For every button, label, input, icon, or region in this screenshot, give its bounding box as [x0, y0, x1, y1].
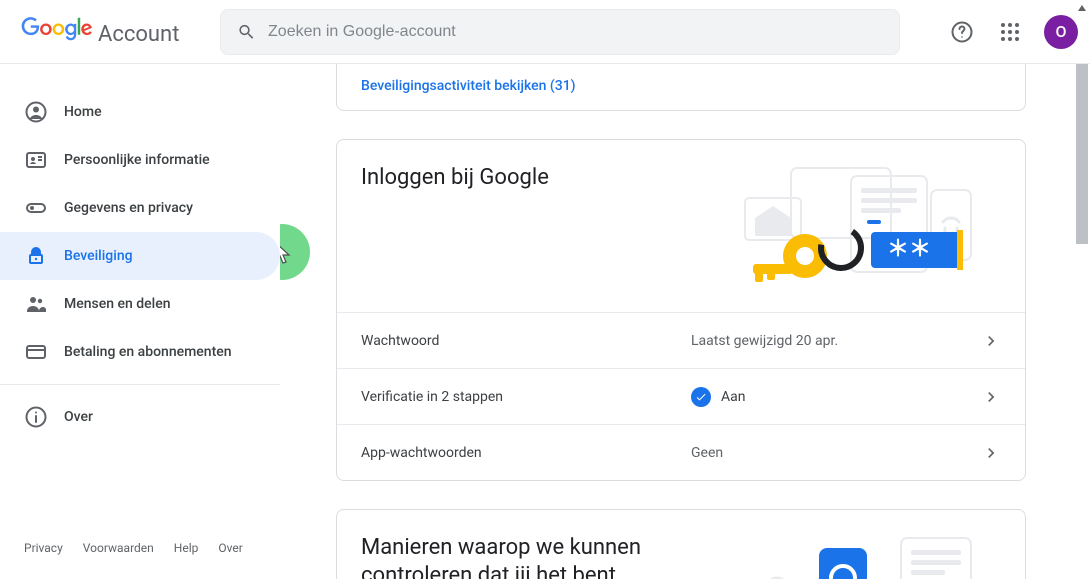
sidebar-item-about[interactable]: Over [0, 393, 280, 441]
security-activity-link[interactable]: Beveiligingsactiviteit bekijken (31) [337, 64, 1025, 110]
svg-text:＊＊: ＊＊ [887, 237, 931, 262]
verify-illustration [741, 534, 1001, 579]
cursor-icon [280, 242, 294, 266]
card-title: Inloggen bij Google [361, 164, 549, 192]
id-card-icon [24, 148, 48, 172]
help-button[interactable] [942, 12, 982, 52]
toggle-icon [24, 196, 48, 220]
card-title: Manieren waarop we kunnen controleren da… [361, 534, 725, 579]
chevron-right-icon [981, 331, 1001, 351]
row-label: Verificatie in 2 stappen [361, 389, 691, 405]
chevron-right-icon [981, 443, 1001, 463]
sidebar: Home Persoonlijke informatie Gegevens en… [0, 64, 280, 579]
cursor-indicator [280, 224, 310, 280]
scrollbar-thumb[interactable] [1076, 64, 1088, 244]
signin-illustration: ＊＊ [721, 164, 979, 288]
info-icon [24, 405, 48, 429]
card-security-activity: Beveiligingsactiviteit bekijken (31) [336, 64, 1026, 111]
search-input[interactable] [268, 23, 883, 41]
card-icon [24, 340, 48, 364]
scroll-up-icon[interactable] [1074, 0, 1090, 16]
google-logo-icon [20, 17, 94, 41]
user-circle-icon [24, 100, 48, 124]
row-password[interactable]: Wachtwoord Laatst gewijzigd 20 apr. [337, 312, 1025, 368]
avatar[interactable]: O [1044, 15, 1078, 49]
footer-link-terms[interactable]: Voorwaarden [83, 541, 154, 555]
product-name: Account [98, 22, 179, 47]
row-label: Wachtwoord [361, 333, 691, 349]
sidebar-item-personal-info[interactable]: Persoonlijke informatie [0, 136, 280, 184]
google-logo[interactable]: Account [20, 17, 220, 47]
divider [0, 384, 280, 385]
row-value: Laatst gewijzigd 20 apr. [691, 333, 981, 349]
footer-link-privacy[interactable]: Privacy [24, 541, 63, 555]
sidebar-item-data-privacy[interactable]: Gegevens en privacy [0, 184, 280, 232]
search-icon [237, 22, 256, 42]
page-scrollbar[interactable] [1074, 0, 1090, 579]
sidebar-item-label: Mensen en delen [64, 296, 171, 312]
row-value: Aan [691, 387, 981, 407]
sidebar-item-security[interactable]: Beveiliging [0, 232, 280, 280]
card-signin: Inloggen bij Google [336, 139, 1026, 481]
row-label: App-wachtwoorden [361, 445, 691, 461]
sidebar-item-label: Beveiliging [64, 248, 133, 264]
footer-link-help[interactable]: Help [174, 541, 199, 555]
footer-links: Privacy Voorwaarden Help Over [0, 541, 280, 579]
sidebar-item-label: Betaling en abonnementen [64, 344, 232, 360]
main-content: Beveiligingsactiviteit bekijken (31) Inl… [280, 64, 1090, 579]
apps-button[interactable] [990, 12, 1030, 52]
sidebar-item-label: Gegevens en privacy [64, 200, 193, 216]
card-verify-identity: Manieren waarop we kunnen controleren da… [336, 509, 1026, 579]
search-box[interactable] [220, 9, 900, 55]
sidebar-item-people-sharing[interactable]: Mensen en delen [0, 280, 280, 328]
check-badge-icon [691, 387, 711, 407]
row-two-step[interactable]: Verificatie in 2 stappen Aan [337, 368, 1025, 424]
sidebar-item-label: Over [64, 409, 93, 425]
lock-icon [24, 244, 48, 268]
sidebar-item-label: Persoonlijke informatie [64, 152, 210, 168]
sidebar-item-home[interactable]: Home [0, 88, 280, 136]
help-icon [950, 20, 974, 44]
row-app-passwords[interactable]: App-wachtwoorden Geen [337, 424, 1025, 480]
chevron-right-icon [981, 387, 1001, 407]
row-value: Geen [691, 445, 981, 461]
footer-link-about[interactable]: Over [218, 541, 242, 555]
people-icon [24, 292, 48, 316]
sidebar-item-payments[interactable]: Betaling en abonnementen [0, 328, 280, 376]
sidebar-item-label: Home [64, 104, 102, 120]
apps-icon [1000, 22, 1020, 42]
